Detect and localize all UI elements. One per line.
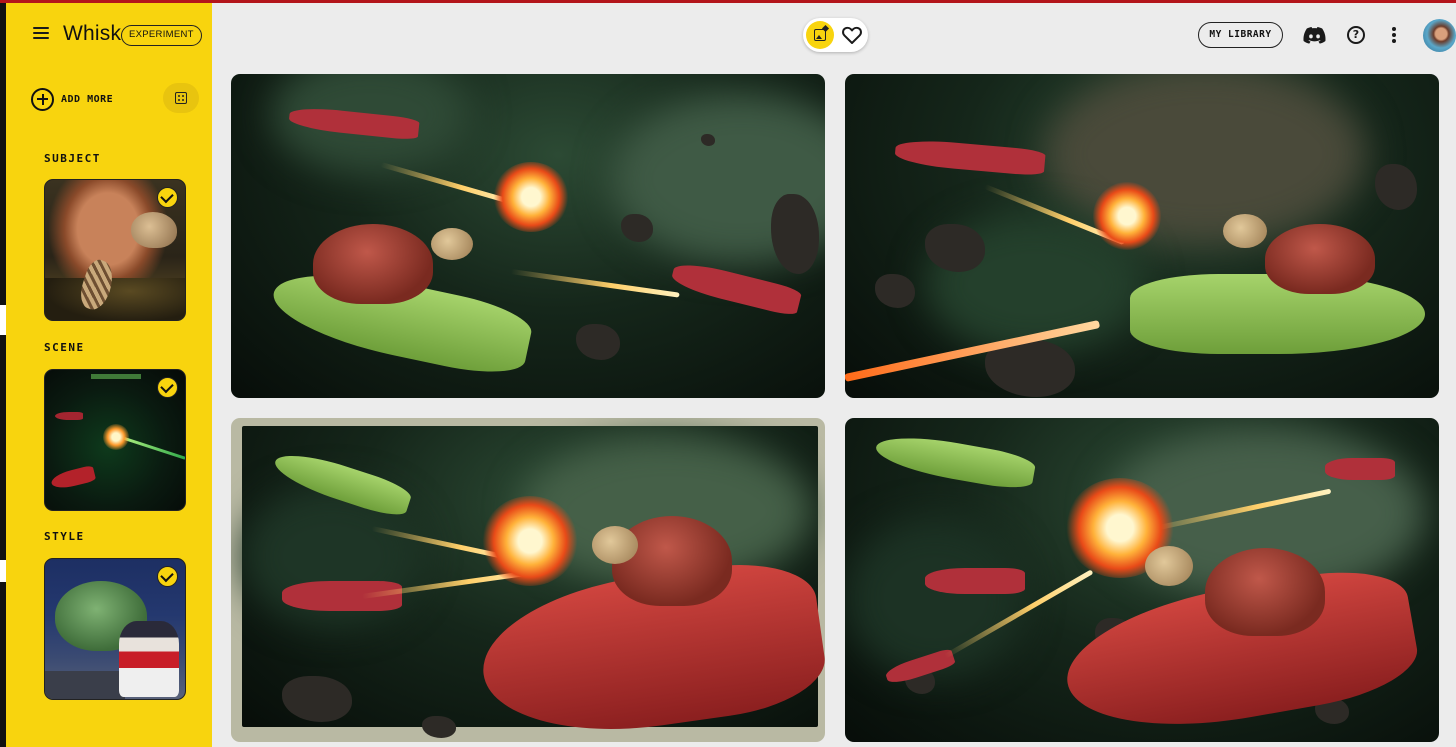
- result-image-4[interactable]: [845, 418, 1439, 742]
- subject-checkmark-icon[interactable]: [157, 187, 178, 208]
- dice-icon: [175, 92, 187, 104]
- image-sparkle-icon[interactable]: [806, 21, 834, 49]
- result-image-3[interactable]: [231, 418, 825, 742]
- result-image-2[interactable]: [845, 74, 1439, 398]
- scene-image-thumbnail[interactable]: [44, 369, 186, 511]
- plus-circle-icon: [31, 87, 54, 111]
- subject-section-label: SUBJECT: [44, 152, 101, 165]
- app-title: Whisk: [63, 22, 122, 45]
- heart-icon[interactable]: [840, 23, 864, 47]
- result-image-1[interactable]: [231, 74, 825, 398]
- my-library-button[interactable]: MY LIBRARY: [1198, 22, 1283, 48]
- help-circle-icon[interactable]: ?: [1347, 26, 1365, 44]
- user-avatar[interactable]: [1423, 19, 1456, 52]
- sidebar: Whisk EXPERIMENT ADD MORE SUBJECT SCENE …: [6, 3, 212, 747]
- add-more-button[interactable]: ADD MORE: [31, 87, 113, 111]
- scene-checkmark-icon[interactable]: [157, 377, 178, 398]
- add-more-label: ADD MORE: [61, 93, 114, 105]
- top-accent-bar: [0, 0, 1456, 3]
- style-checkmark-icon[interactable]: [157, 566, 178, 587]
- scene-section-label: SCENE: [44, 341, 85, 354]
- randomize-button[interactable]: [163, 83, 199, 113]
- discord-icon[interactable]: [1303, 26, 1326, 44]
- left-window-edge: [0, 0, 6, 747]
- style-image-thumbnail[interactable]: [44, 558, 186, 700]
- subject-image-thumbnail[interactable]: [44, 179, 186, 321]
- experiment-badge: EXPERIMENT: [121, 25, 202, 46]
- style-section-label: STYLE: [44, 530, 85, 543]
- hamburger-menu-icon[interactable]: [33, 27, 49, 41]
- view-mode-toggle: [803, 18, 868, 52]
- kebab-menu-icon[interactable]: [1391, 27, 1397, 43]
